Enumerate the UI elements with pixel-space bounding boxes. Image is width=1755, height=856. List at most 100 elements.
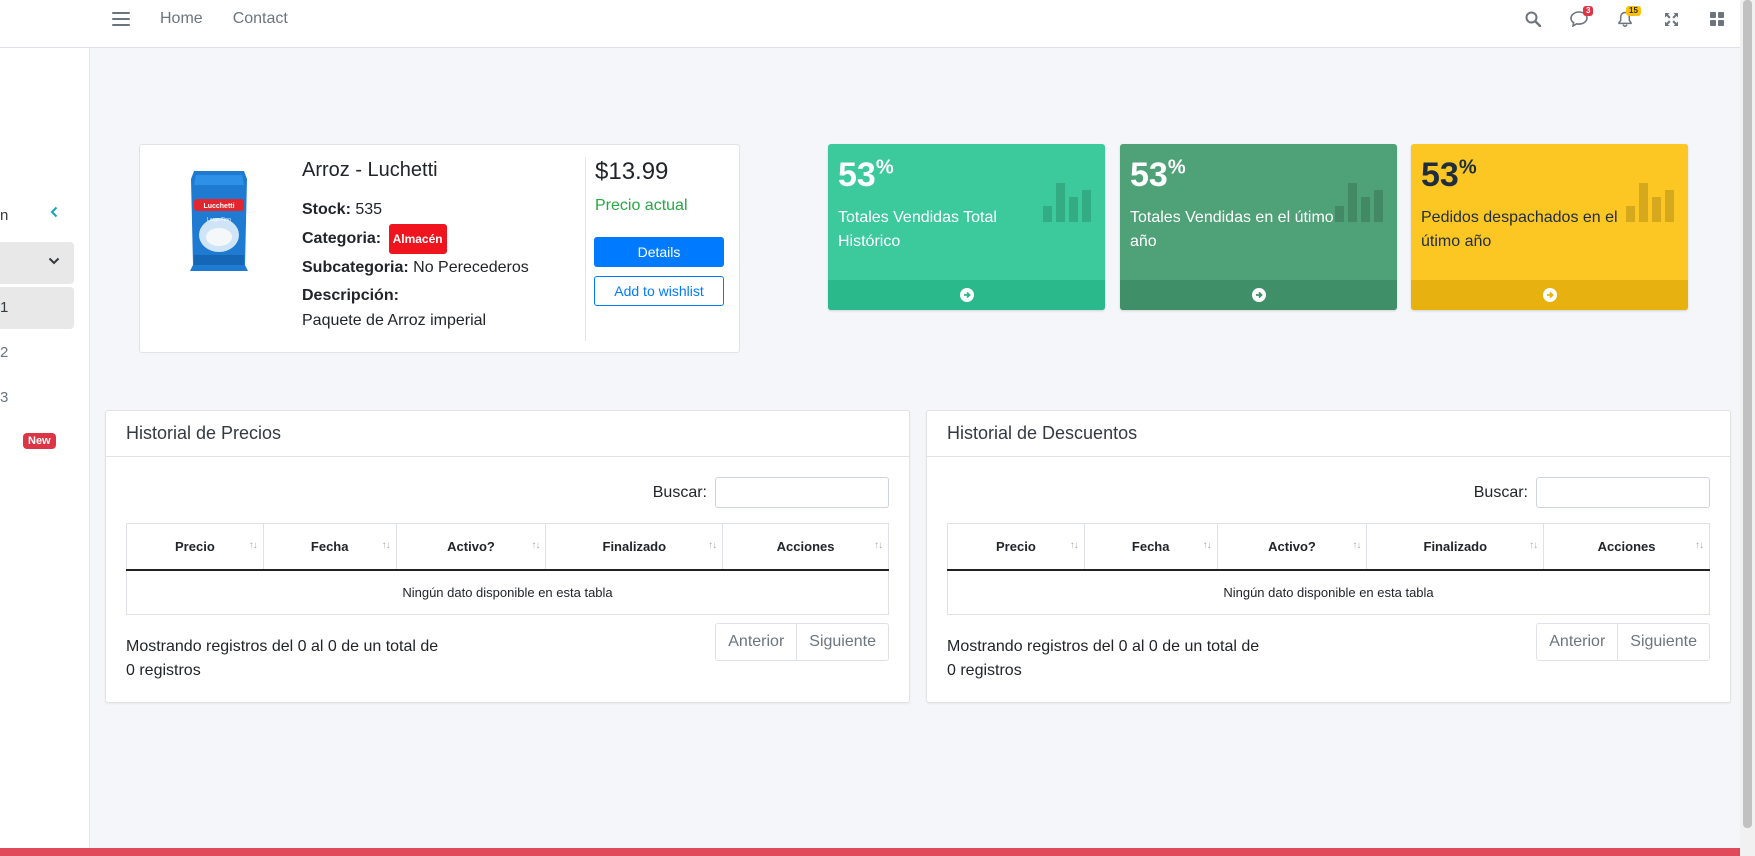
column-header-activo[interactable]: Activo? ↑↓ [395,523,547,571]
add-to-wishlist-button[interactable]: Add to wishlist [594,276,724,306]
empty-table-message: Ningún dato disponible en esta tabla [947,569,1710,615]
sort-icon: ↑↓ [708,540,717,551]
bar-chart-icon [1622,176,1674,222]
top-navbar: Home Contact 3 15 [0,0,1740,48]
description-label: Descripción: [302,287,399,304]
sort-icon: ↑↓ [1202,540,1212,551]
arrow-circle-right-icon [1542,288,1557,302]
stat-value: 53% [1130,156,1186,194]
control-sidebar-icon[interactable] [1694,0,1740,38]
sort-icon: ↑↓ [1352,540,1361,551]
sidebar-new-badge: New [23,433,56,449]
messages-count-badge: 3 [1583,6,1594,16]
product-description-label: Descripción: [302,282,582,310]
table-row: Ningún dato disponible en esta tabla [947,569,1710,615]
history-table: Precio ↑↓ Fecha ↑↓ Activo? ↑↓ Finalizado ↑↓ Acci… [126,523,889,615]
sort-icon: ↑↓ [381,540,391,551]
arrow-circle-right-icon [959,288,974,302]
fullscreen-icon[interactable] [1648,0,1694,38]
footer-strip [0,848,1755,856]
product-card: Lucchetti Largo Fino Arroz - Luchetti St… [139,144,740,353]
stat-box-3: 53% Pedidos despachados en el útimo año [1411,144,1688,310]
sidebar-item-1[interactable]: 1 [0,287,74,329]
table-info: Mostrando registros del 0 al 0 de un tot… [947,638,1260,679]
column-header-activo[interactable]: Activo? ↑↓ [1216,523,1368,571]
product-price: $13.99 [595,158,669,185]
stat-more-info-link[interactable] [828,280,1105,310]
stat-label: Pedidos despachados en el útimo año [1421,209,1618,250]
sidebar-item-3[interactable]: 3 [0,389,8,406]
stat-more-info-link[interactable] [1120,280,1397,310]
column-header-finalizado[interactable]: Finalizado ↑↓ [1366,523,1545,571]
nav-link-home[interactable]: Home [160,10,203,28]
product-divider [585,157,586,341]
table-search: Buscar: [653,477,889,508]
navbar-right: 3 15 [1510,0,1740,38]
price-history-card: Historial de Precios Buscar: Precio ↑↓ Fecha… [105,410,910,703]
product-description: Paquete de Arroz imperial [302,312,487,329]
column-header-acciones[interactable]: Acciones ↑↓ [1543,523,1710,571]
search-label: Buscar: [652,483,707,501]
details-button[interactable]: Details [594,237,724,267]
previous-page-button[interactable]: Anterior [716,624,796,660]
stock-label: Stock: [302,201,351,218]
sidebar-collapse-chevron-icon[interactable] [50,205,58,223]
subcategory-value: No Perecederos [413,259,529,276]
notifications-bell-icon[interactable]: 15 [1602,0,1648,38]
sidebar-item-open-group[interactable] [0,242,74,284]
sort-icon: ↑↓ [874,540,883,551]
table-header-row: Precio ↑↓ Fecha ↑↓ Activo? ↑↓ Finalizado ↑↓ Acci… [947,523,1710,571]
search-input[interactable] [715,477,889,508]
search-icon[interactable] [1510,0,1556,38]
nav-link-contact[interactable]: Contact [233,10,288,28]
column-header-fecha[interactable]: Fecha ↑↓ [262,523,397,571]
product-stock: Stock: 535 [302,196,582,224]
stat-more-info-link[interactable] [1411,280,1688,310]
stat-value: 53% [1421,156,1477,194]
column-header-fecha[interactable]: Fecha ↑↓ [1083,523,1218,571]
price-caption: Precio actual [595,197,688,214]
card-title: Historial de Precios [106,411,909,457]
bar-chart-icon [1331,176,1383,222]
next-page-button[interactable]: Siguiente [1617,624,1709,660]
chevron-down-icon [48,257,60,265]
messages-icon[interactable]: 3 [1556,0,1602,38]
discount-history-card: Historial de Descuentos Buscar: Precio ↑↓ Fe… [926,410,1731,703]
notifications-count-badge: 15 [1626,6,1641,16]
pagination: Anterior Siguiente [1536,623,1710,661]
sidebar-cut-label: n [0,207,9,224]
next-page-button[interactable]: Siguiente [796,624,888,660]
stat-value: 53% [838,156,894,194]
card-title: Historial de Descuentos [927,411,1730,457]
menu-toggle-icon[interactable] [112,12,130,26]
category-label: Categoria: [302,230,382,248]
sort-icon: ↑↓ [1069,540,1079,551]
stock-value: 535 [355,201,383,218]
column-header-precio[interactable]: Precio ↑↓ [947,523,1085,571]
column-header-precio[interactable]: Precio ↑↓ [126,523,264,571]
stat-label: Totales Vendidas en el útimo año [1130,209,1334,250]
product-info: Arroz - Luchetti Stock: 535 Categoria: A… [302,159,582,332]
sidebar: n 1 2 3 New [0,48,90,848]
sidebar-item-2[interactable]: 2 [0,344,8,361]
stat-label: Totales Vendidas Total Histórico [838,209,997,250]
sort-icon: ↑↓ [248,540,258,551]
sort-icon: ↑↓ [1695,540,1704,551]
column-header-acciones[interactable]: Acciones ↑↓ [722,523,889,571]
table-row: Ningún dato disponible en esta tabla [126,569,889,615]
scrollbar-thumb[interactable] [1743,0,1752,828]
sort-icon: ↑↓ [1529,540,1538,551]
product-category: Categoria: Almacén [302,224,582,254]
bar-chart-icon [1039,176,1091,222]
search-label: Buscar: [1473,483,1528,501]
category-badge: Almacén [388,224,447,254]
empty-table-message: Ningún dato disponible en esta tabla [126,569,889,615]
pagination: Anterior Siguiente [715,623,889,661]
arrow-circle-right-icon [1251,288,1266,302]
sidebar-item-1-label: 1 [0,299,9,316]
column-header-finalizado[interactable]: Finalizado ↑↓ [545,523,724,571]
scrollbar[interactable] [1740,0,1755,856]
search-input[interactable] [1536,477,1710,508]
history-table: Precio ↑↓ Fecha ↑↓ Activo? ↑↓ Finalizado ↑↓ Acci… [947,523,1710,615]
previous-page-button[interactable]: Anterior [1537,624,1617,660]
